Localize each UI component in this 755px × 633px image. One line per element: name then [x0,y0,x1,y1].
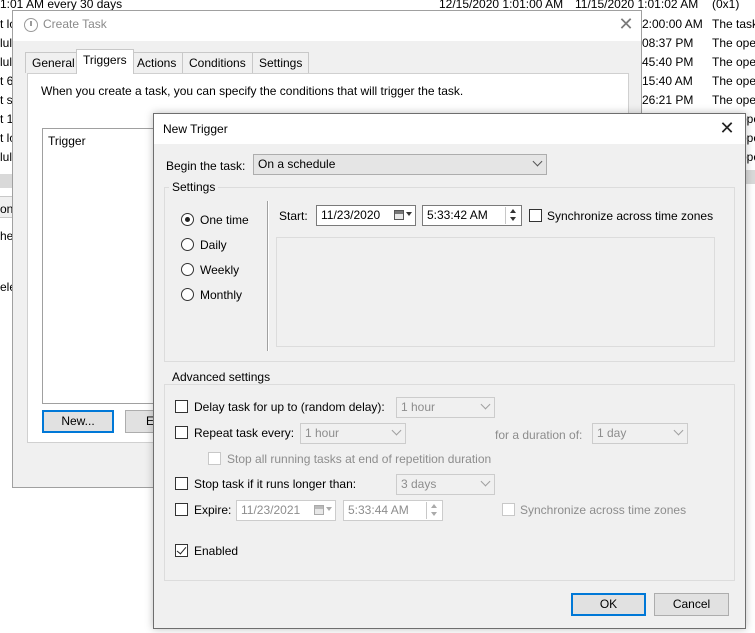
new-trigger-titlebar: New Trigger ✕ [154,114,745,144]
stop-task-value: 3 days [401,477,437,491]
clock-icon [24,18,38,32]
delay-task-checkbox[interactable] [175,400,188,413]
duration-select[interactable]: 1 day [592,423,688,444]
task-row-result: (0x1) [712,0,740,11]
repeat-task-checkbox[interactable] [175,426,188,439]
start-label: Start: [279,209,308,223]
create-task-titlebar: Create Task ✕ [13,11,641,41]
advanced-settings-label: Advanced settings [169,370,274,384]
task-row-desc: The ope [712,36,755,50]
tab-triggers[interactable]: Triggers [76,49,134,74]
start-date-picker[interactable]: 11/23/2020 [316,205,416,226]
start-time-field[interactable]: 5:33:42 AM [422,205,522,226]
enabled-label[interactable]: Enabled [194,544,238,558]
repeat-interval-select[interactable]: 1 hour [300,423,406,444]
stop-all-tasks-checkbox[interactable] [208,452,221,465]
begin-task-select[interactable]: On a schedule [253,154,547,175]
monthly-label[interactable]: Monthly [200,288,242,302]
task-row-fragment: t s [0,93,13,107]
sync-time-zones-label[interactable]: Synchronize across time zones [547,209,713,223]
repeat-task-label[interactable]: Repeat task every: [194,426,294,440]
tab-actions[interactable]: Actions [130,52,184,73]
chevron-down-icon [480,399,491,410]
begin-task-label: Begin the task: [166,159,246,173]
task-row-fragment: lul [0,36,13,50]
start-date-value: 11/23/2020 [321,208,381,222]
expire-sync-checkbox[interactable] [502,503,515,516]
task-row-desc: The ope [712,74,755,88]
task-row-time: 2:00:00 AM [642,17,703,31]
expire-label[interactable]: Expire: [194,503,231,517]
one-time-label[interactable]: One time [200,213,249,227]
time-spinner[interactable] [426,502,441,519]
stop-task-checkbox[interactable] [175,477,188,490]
daily-label[interactable]: Daily [200,238,227,252]
task-row-time: 45:40 PM [642,55,694,69]
delay-task-label[interactable]: Delay task for up to (random delay): [194,400,385,414]
task-row-time: 15:40 AM [642,74,693,88]
chevron-down-icon [673,425,684,436]
tab-conditions[interactable]: Conditions [182,52,253,73]
cancel-button[interactable]: Cancel [654,593,729,616]
task-row-fragment: lul [0,55,13,69]
task-row-time: 08:37 PM [642,36,694,50]
task-row-fragment: lul [0,150,13,164]
sync-time-zones-checkbox[interactable] [529,209,542,222]
duration-label: for a duration of: [495,428,583,442]
schedule-details-panel [276,237,715,347]
task-row-time: 26:21 PM [642,93,694,107]
new-trigger-dialog: New Trigger ✕ Begin the task: On a sched… [153,113,746,629]
background-band [0,174,12,188]
triggers-description: When you create a task, you can specify … [41,84,464,98]
time-spinner[interactable] [505,207,520,224]
expire-time-value: 5:33:44 AM [348,503,409,517]
trigger-column-header[interactable]: Trigger [48,134,86,148]
weekly-label[interactable]: Weekly [200,263,239,277]
stop-task-select[interactable]: 3 days [396,474,495,495]
create-task-title: Create Task [43,17,107,31]
begin-task-value: On a schedule [258,157,336,171]
settings-divider [267,201,269,351]
tab-general[interactable]: General [25,52,82,73]
stop-all-tasks-label[interactable]: Stop all running tasks at end of repetit… [227,452,491,466]
close-icon[interactable]: ✕ [717,118,737,138]
expire-date-picker[interactable]: 11/23/2021 [236,500,336,521]
tab-settings[interactable]: Settings [252,52,310,73]
task-row-desc: The task [712,17,755,31]
radio-monthly[interactable] [181,288,194,301]
radio-one-time[interactable] [181,213,194,226]
expire-sync-label[interactable]: Synchronize across time zones [520,503,686,517]
ok-button[interactable]: OK [571,593,646,616]
new-trigger-title: New Trigger [163,122,228,136]
task-row-desc: The ope [712,93,755,107]
calendar-icon[interactable] [313,503,332,518]
settings-group-label: Settings [169,180,219,194]
expire-date-value: 11/23/2021 [241,503,301,517]
task-row-desc: The ope [712,55,755,69]
radio-daily[interactable] [181,238,194,251]
expire-checkbox[interactable] [175,503,188,516]
chevron-down-icon [532,156,543,167]
chevron-down-icon [391,425,402,436]
radio-weekly[interactable] [181,263,194,276]
calendar-icon[interactable] [393,208,412,223]
repeat-interval-value: 1 hour [305,426,340,440]
enabled-checkbox[interactable] [175,544,188,557]
delay-value: 1 hour [401,400,436,414]
new-trigger-button[interactable]: New... [42,410,114,433]
stop-task-label[interactable]: Stop task if it runs longer than: [194,477,356,491]
duration-value: 1 day [597,426,627,440]
chevron-down-icon [480,476,491,487]
start-time-value: 5:33:42 AM [427,208,488,222]
expire-time-field[interactable]: 5:33:44 AM [343,500,443,521]
delay-select[interactable]: 1 hour [396,397,495,418]
close-icon[interactable]: ✕ [617,14,635,34]
